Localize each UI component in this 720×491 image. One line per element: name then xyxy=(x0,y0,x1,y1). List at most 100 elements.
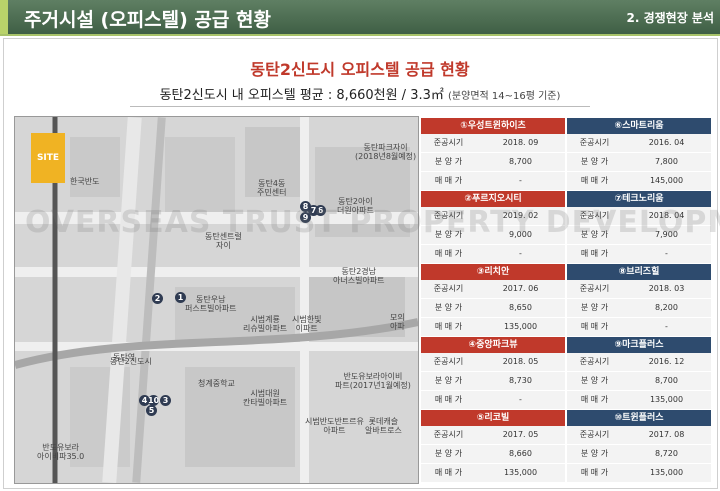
map-label: 청계중학교 xyxy=(198,379,235,388)
card-header: ⑩트윈플러스 xyxy=(567,410,711,426)
map-watermark: OVERSEAS TRUST PROPERTY DEVELOPMENT xyxy=(25,205,720,240)
section-label: 2. 경쟁현장 분석 xyxy=(626,11,714,25)
competitor-card: ⑩트윈플러스 준공시기 2017. 08 분 양 가 8,720 매 매 가 135,… xyxy=(567,410,711,483)
row-value: 7,800 xyxy=(655,157,678,166)
subtitle-main: 동탄2신도시 내 오피스텔 평균 : 8,660천원 / 3.3㎡ xyxy=(159,88,444,103)
competitor-card: ⑨마크플러스 준공시기 2016. 12 분 양 가 8,700 매 매 가 135,… xyxy=(567,337,711,410)
competitor-card: ⑥스마트리움 준공시기 2016. 04 분 양 가 7,800 매 매 가 145,… xyxy=(567,118,711,191)
row-key: 준공시기 xyxy=(579,430,610,439)
row-value: 2016. 12 xyxy=(648,357,685,366)
row-value: 2018. 05 xyxy=(502,357,539,366)
row-value: 135,000 xyxy=(503,322,538,331)
subtitle: 동탄2신도시 내 오피스텔 평균 : 8,660천원 / 3.3㎡ (분양면적 … xyxy=(0,84,720,103)
row-key: 분 양 가 xyxy=(434,449,463,458)
row-key: 매 매 가 xyxy=(434,468,463,477)
map-label: 롯데캐슬 알바트로스 xyxy=(365,417,402,435)
card-header: ⑥스마트리움 xyxy=(567,118,711,134)
row-value: 8,730 xyxy=(509,376,532,385)
row-value: - xyxy=(519,176,522,185)
row-key: 매 매 가 xyxy=(434,395,463,404)
row-value: 8,650 xyxy=(509,303,532,312)
row-key: 분 양 가 xyxy=(580,157,609,166)
row-value: 145,000 xyxy=(649,176,684,185)
map-label: 동탄2경남 아너스빌아파트 xyxy=(333,267,385,285)
row-key: 매 매 가 xyxy=(434,176,463,185)
row-key: 매 매 가 xyxy=(434,322,463,331)
competitor-card: ①우성트윈하이츠 준공시기 2018. 09 분 양 가 8,700 매 매 가 - xyxy=(421,118,565,191)
row-key: 분 양 가 xyxy=(434,376,463,385)
card-header: ①우성트윈하이츠 xyxy=(421,118,565,134)
row-key: 분 양 가 xyxy=(580,303,609,312)
card-header: ③리치안 xyxy=(421,264,565,280)
row-key: 매 매 가 xyxy=(580,249,609,258)
page-header: 주거시설 (오피스텔) 공급 현황 2. 경쟁현장 분석 xyxy=(0,0,720,34)
header-divider xyxy=(0,34,720,36)
row-value: 2018. 09 xyxy=(502,138,539,147)
row-key: 준공시기 xyxy=(433,430,464,439)
competitor-card: ④중앙파크뷰 준공시기 2018. 05 분 양 가 8,730 매 매 가 - xyxy=(421,337,565,410)
row-key: 준공시기 xyxy=(579,357,610,366)
map-marker-5: 5 xyxy=(146,405,157,416)
row-value: 2017. 05 xyxy=(502,430,539,439)
row-value: - xyxy=(665,249,668,258)
row-key: 매 매 가 xyxy=(580,176,609,185)
row-value: 2017. 08 xyxy=(648,430,685,439)
row-value: 135,000 xyxy=(649,468,684,477)
row-value: 135,000 xyxy=(649,395,684,404)
card-header: ④중앙파크뷰 xyxy=(421,337,565,353)
row-key: 분 양 가 xyxy=(580,376,609,385)
row-key: 분 양 가 xyxy=(580,449,609,458)
map-label: 모의 아파 xyxy=(390,313,405,331)
map-label: 반도유보라아이비 파트(2017년1월예정) xyxy=(335,372,411,390)
competitor-card: ⑧브리즈힐 준공시기 2018. 03 분 양 가 8,200 매 매 가 - xyxy=(567,264,711,337)
page-title: 주거시설 (오피스텔) 공급 현황 xyxy=(24,9,271,31)
subtitle-note: (분양면적 14~16평 기준) xyxy=(448,91,561,102)
row-key: 준공시기 xyxy=(433,357,464,366)
row-key: 준공시기 xyxy=(433,138,464,147)
row-key: 준공시기 xyxy=(579,284,610,293)
map-marker-1: 1 xyxy=(175,292,186,303)
row-value: 135,000 xyxy=(503,468,538,477)
competitor-card: ⑤리코빌 준공시기 2017. 05 분 양 가 8,660 매 매 가 135,00… xyxy=(421,410,565,483)
row-value: 8,700 xyxy=(655,376,678,385)
row-value: 8,700 xyxy=(509,157,532,166)
row-key: 매 매 가 xyxy=(580,395,609,404)
row-value: 8,200 xyxy=(655,303,678,312)
row-value: 2016. 04 xyxy=(648,138,685,147)
map-label: 동탄역 xyxy=(113,353,136,362)
map-label: 시범한빛 이파트 xyxy=(292,315,322,333)
map-label: 반도유보라 아이비파35.0 xyxy=(37,443,85,461)
site-marker: SITE xyxy=(31,133,65,183)
card-header: ⑧브리즈힐 xyxy=(567,264,711,280)
row-key: 준공시기 xyxy=(579,138,610,147)
header-accent xyxy=(0,0,8,34)
map-marker-10: 10 xyxy=(148,395,160,406)
row-value: 2018. 03 xyxy=(648,284,685,293)
row-key: 매 매 가 xyxy=(434,249,463,258)
row-key: 매 매 가 xyxy=(580,322,609,331)
row-value: - xyxy=(665,322,668,331)
map-label: 시범계룡 리슈빌아파트 xyxy=(243,315,288,333)
main-title: 동탄2신도시 오피스텔 공급 현황 xyxy=(250,60,470,79)
subtitle-underline xyxy=(130,106,590,107)
row-key: 준공시기 xyxy=(433,284,464,293)
row-key: 분 양 가 xyxy=(434,303,463,312)
map-label: 한국반도 xyxy=(70,177,100,186)
row-value: - xyxy=(519,249,522,258)
map-label: 동탄4동 주민센터 xyxy=(257,179,287,197)
row-value: 2017. 06 xyxy=(502,284,539,293)
row-value: - xyxy=(519,395,522,404)
map-label: 동탄우남 퍼스트빌아파트 xyxy=(185,295,237,313)
row-value: 8,660 xyxy=(509,449,532,458)
map-marker-2: 2 xyxy=(152,293,163,304)
map-marker-3: 3 xyxy=(160,395,171,406)
card-header: ⑨마크플러스 xyxy=(567,337,711,353)
competitor-card: ③리치안 준공시기 2017. 06 분 양 가 8,650 매 매 가 135,00… xyxy=(421,264,565,337)
map-label: 시범대원 칸타빌아파트 xyxy=(243,389,288,407)
map-label: 동탄파크자이 (2018년8월예정) xyxy=(355,143,417,161)
row-key: 분 양 가 xyxy=(434,157,463,166)
row-value: 8,720 xyxy=(655,449,678,458)
row-key: 매 매 가 xyxy=(580,468,609,477)
card-header: ⑤리코빌 xyxy=(421,410,565,426)
map-label: 시범반도반트르유 아파트 xyxy=(305,417,364,435)
